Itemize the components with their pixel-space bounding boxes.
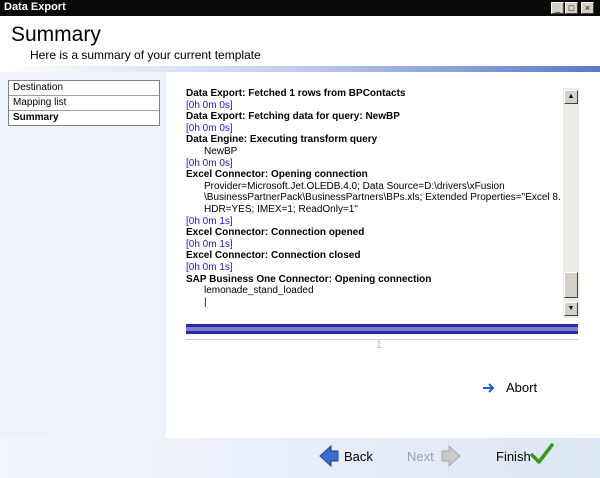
nav-item-summary[interactable]: Summary [9, 111, 159, 125]
page-title: Summary [11, 23, 101, 46]
arrow-right-icon [483, 383, 495, 393]
next-arrow-icon [441, 444, 461, 468]
log-line: | [204, 296, 207, 308]
log-line: \BusinessPartnerPack\BusinessPartners\BP… [204, 192, 561, 204]
log-line: Data Export: Fetched 1 rows from BPConta… [186, 88, 406, 99]
back-button[interactable]: Back [318, 444, 378, 468]
log-line: Provider=Microsoft.Jet.OLEDB.4.0; Data S… [204, 180, 505, 192]
abort-label: Abort [506, 380, 538, 395]
next-button[interactable]: Next [407, 444, 467, 468]
page-subtitle: Here is a summary of your current templa… [30, 48, 261, 62]
scroll-up-icon[interactable]: ▲ [564, 90, 578, 104]
checkmark-icon [530, 443, 554, 464]
log-line: Excel Connector: Connection closed [186, 250, 361, 262]
log-line: Excel Connector: Connection opened [186, 227, 365, 239]
log-line: Data Export: Fetching data for query: Ne… [186, 111, 400, 123]
maximize-icon[interactable]: □ [565, 2, 578, 14]
scroll-down-icon[interactable]: ▼ [564, 302, 578, 316]
finish-button[interactable]: Finish [496, 443, 556, 468]
back-label: Back [344, 449, 373, 464]
log-text[interactable]: Data Export: Fetched 1 rows from BPConta… [186, 88, 561, 318]
scroll-thumb[interactable] [564, 272, 578, 298]
log-timestamp: [0h 0m 1s] [186, 238, 233, 250]
page-header: Summary Here is a summary of your curren… [0, 16, 600, 68]
progress-bar [186, 324, 578, 334]
log-line: lemonade_stand_loaded [204, 285, 314, 297]
log-panel: Data Export: Fetched 1 rows from BPConta… [186, 88, 581, 318]
log-line: NewBP [204, 145, 238, 157]
minimize-icon[interactable]: _ [551, 2, 564, 14]
log-line: HDR=YES; IMEX=1; ReadOnly=1" [204, 203, 358, 215]
left-pane [0, 72, 166, 450]
close-icon[interactable]: × [581, 2, 594, 14]
finish-label: Finish [496, 449, 531, 464]
log-line: Excel Connector: Opening connection [186, 169, 368, 181]
nav-item-label: Mapping list [13, 97, 67, 108]
nav-item-destination[interactable]: Destination [9, 81, 159, 96]
log-timestamp: [0h 0m 0s] [186, 99, 233, 111]
nav-item-label: Summary [13, 112, 59, 123]
log-line: Data Engine: Executing transform query [186, 134, 378, 146]
window-title: Data Export [4, 1, 66, 13]
log-scrollbar[interactable]: ▲ ▼ [563, 88, 579, 318]
nav-item-mapping-list[interactable]: Mapping list [9, 96, 159, 111]
progress-label: 1 [376, 339, 383, 351]
progress-fill [186, 327, 578, 331]
log-timestamp: [0h 0m 1s] [186, 261, 233, 273]
back-arrow-icon [319, 444, 339, 468]
log-timestamp: [0h 0m 0s] [186, 157, 233, 169]
log-line: SAP Business One Connector: Opening conn… [186, 273, 432, 285]
nav-item-label: Destination [13, 82, 64, 93]
log-timestamp: [0h 0m 0s] [186, 122, 233, 134]
wizard-steps: Destination Mapping list Summary [8, 80, 160, 126]
window-titlebar: Data Export _ □ × [0, 0, 600, 16]
log-timestamp: [0h 0m 1s] [186, 215, 233, 227]
next-label: Next [407, 449, 434, 464]
